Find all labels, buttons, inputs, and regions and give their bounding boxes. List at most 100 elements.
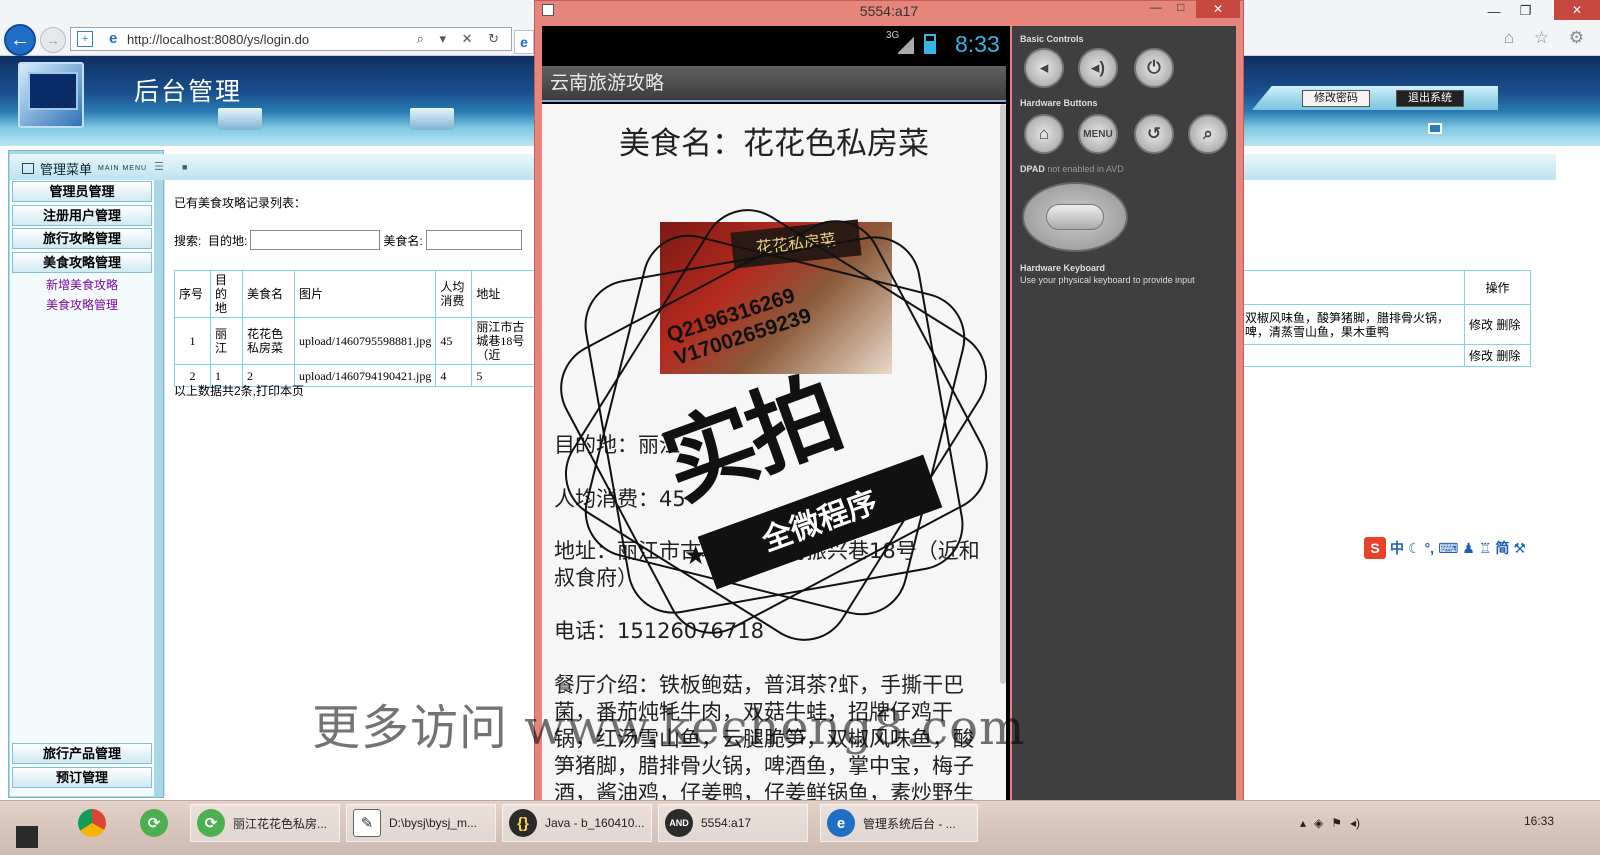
minimize-icon[interactable]: —	[1150, 0, 1162, 18]
cell	[1240, 344, 1465, 367]
taskbar-item[interactable]: {} Java - b_160410...	[502, 804, 652, 842]
taskbar-label: 丽江花花色私房...	[233, 816, 328, 831]
menu-item-bookings[interactable]: 预订管理	[12, 767, 152, 788]
browser-icons: ⌂ ☆ ⚙	[1494, 28, 1594, 48]
dpad-label-title: DPAD	[1020, 164, 1045, 174]
menu-item-travel-products[interactable]: 旅行产品管理	[12, 743, 152, 764]
browser-tab[interactable]: e	[514, 30, 534, 54]
tray-network-icon[interactable]: ◈	[1314, 816, 1323, 830]
taskbar-item[interactable]: ⟳ 丽江花花色私房...	[190, 804, 340, 842]
records-table: 序号 目的地 美食名 图片 人均消费 地址 1 丽江 花花色私房菜 upload…	[174, 270, 539, 387]
ime-simplified[interactable]: 简	[1495, 538, 1509, 558]
punctuation-icon[interactable]: °,	[1425, 540, 1435, 556]
scrollbar[interactable]	[1000, 104, 1006, 684]
food-name-label: 美食名:	[383, 233, 423, 248]
taskbar-item[interactable]: e 管理系统后台 - ...	[820, 804, 978, 842]
menu-icon	[22, 163, 34, 174]
row-actions[interactable]: 修改 删除	[1464, 304, 1531, 345]
table-footnote: 以上数据共2条,打印本页	[174, 384, 305, 398]
hardware-buttons-label: Hardware Buttons	[1020, 98, 1098, 108]
tray-arrow-icon[interactable]: ▴	[1300, 816, 1306, 830]
back-button[interactable]: ←	[4, 24, 36, 56]
table-row: 1 丽江 花花色私房菜 upload/1460795598881.jpg 45 …	[174, 317, 539, 365]
moon-icon[interactable]: ☾	[1408, 540, 1421, 557]
keyboard-note: Use your physical keyboard to provide in…	[1020, 275, 1195, 285]
menu-title-text: 管理菜单	[40, 162, 93, 177]
menu-toggle-icon[interactable]: ☰	[154, 160, 164, 173]
star-icon: ★	[906, 482, 930, 512]
ime-mode[interactable]: 中	[1390, 538, 1404, 558]
ime-toolbar[interactable]: S 中 ☾ °, ⌨ ♟ ♖ 简 ⚒	[1364, 537, 1596, 559]
tray-volume-icon[interactable]: ◂)	[1350, 816, 1360, 830]
cell: upload/1460795598881.jpg	[293, 317, 437, 365]
home-button[interactable]: ⌂	[1024, 114, 1064, 154]
records-table-right: 操作 双椒风味鱼，酸笋猪脚，腊排骨火锅，啤，清蒸雪山鱼，果木重鸭 修改 删除 修…	[1240, 270, 1531, 367]
shirt-icon[interactable]: ♖	[1479, 540, 1492, 557]
status-time: 8:33	[955, 31, 1000, 57]
taskbar-label: 管理系统后台 - ...	[863, 816, 956, 831]
wrench-icon[interactable]: ⚒	[1513, 540, 1526, 557]
taskbar-label: 5554:a17	[701, 816, 752, 830]
close-window-button[interactable]: ✕	[1554, 0, 1600, 20]
app-taskbar-icon[interactable]: ⟳	[134, 804, 182, 842]
signal-icon	[898, 36, 914, 54]
settings-gear-icon[interactable]: ⚙	[1569, 28, 1584, 48]
cell: 花花色私房菜	[242, 317, 295, 365]
battery-icon	[924, 34, 936, 54]
food-name-input[interactable]	[425, 230, 522, 250]
row-actions[interactable]: 修改 删除	[1464, 344, 1531, 367]
search-button[interactable]: ⌕	[1188, 114, 1228, 154]
back-nav-button[interactable]: ↺	[1134, 114, 1174, 154]
menu-button[interactable]: MENU	[1078, 114, 1118, 154]
menu-title: 管理菜单 MAIN MENU	[22, 159, 147, 178]
col-header: 人均消费	[435, 270, 473, 318]
logout-button[interactable]: 退出系统	[1396, 90, 1464, 107]
destination-input[interactable]	[250, 230, 381, 250]
tray-flag-icon[interactable]: ⚑	[1331, 816, 1342, 830]
change-password-button[interactable]: 修改密码	[1302, 90, 1370, 107]
menu-item-food-guides[interactable]: 美食攻略管理	[12, 252, 152, 273]
taskbar-item[interactable]: ✎ D:\bysj\bysj_m...	[346, 804, 496, 842]
menu-item-admin[interactable]: 管理员管理	[12, 181, 152, 202]
taskbar-item[interactable]: AND 5554:a17	[658, 804, 808, 842]
volume-down-button[interactable]: ◂	[1024, 48, 1064, 88]
keyboard-icon[interactable]: ⌨	[1438, 540, 1458, 557]
restore-icon[interactable]: ❐	[1520, 3, 1532, 19]
taskbar-label: D:\bysj\bysj_m...	[389, 816, 478, 830]
address-tools[interactable]: ⌕ ▾ ✕ ↻	[417, 31, 505, 47]
cell: 丽江市古城巷18号（近	[471, 317, 539, 365]
table-row: 双椒风味鱼，酸笋猪脚，腊排骨火锅，啤，清蒸雪山鱼，果木重鸭 修改 删除	[1240, 304, 1531, 345]
menu-item-users[interactable]: 注册用户管理	[12, 205, 152, 226]
dpad-center[interactable]	[1046, 204, 1104, 230]
app-action-bar: 云南旅游攻略	[542, 66, 1006, 102]
cell: 45	[435, 317, 473, 365]
cell	[1240, 270, 1465, 305]
sogou-logo-icon: S	[1364, 537, 1386, 559]
power-button[interactable]: ⏻	[1134, 48, 1174, 88]
maximize-icon[interactable]: □	[1177, 0, 1184, 18]
minimize-icon[interactable]: —	[1488, 4, 1501, 19]
chrome-taskbar-icon[interactable]	[72, 804, 120, 842]
clock: 16:33	[1524, 814, 1555, 828]
start-button[interactable]	[16, 826, 38, 848]
compat-icon: +	[77, 31, 93, 47]
volume-up-button[interactable]: ◂)	[1078, 48, 1118, 88]
table-header-row: 序号 目的地 美食名 图片 人均消费 地址	[174, 270, 539, 318]
user-icon[interactable]: ♟	[1462, 540, 1475, 557]
link-add-food-guide[interactable]: 新增美食攻略	[12, 276, 152, 293]
col-header: 地址	[471, 270, 539, 318]
food-name-heading: 美食名：花花色私房菜	[619, 126, 929, 162]
link-food-guide-management[interactable]: 美食攻略管理	[12, 296, 152, 313]
menu-item-travel-guides[interactable]: 旅行攻略管理	[12, 228, 152, 249]
basic-controls-label: Basic Controls	[1020, 34, 1084, 44]
address-bar[interactable]: + e http://localhost:8080/ys/login.do ⌕ …	[70, 27, 512, 51]
cell: 4	[435, 364, 473, 387]
monitor-icon	[218, 108, 262, 130]
search-label: 搜索:	[174, 233, 202, 248]
emulator-close-button[interactable]: ✕	[1196, 0, 1240, 18]
forward-button[interactable]: →	[40, 27, 66, 53]
home-icon[interactable]: ⌂	[1504, 28, 1514, 48]
favorites-star-icon[interactable]: ☆	[1534, 28, 1549, 48]
dpad-label: DPAD not enabled in AVD	[1020, 164, 1124, 174]
monitor-logo-icon	[18, 62, 84, 128]
